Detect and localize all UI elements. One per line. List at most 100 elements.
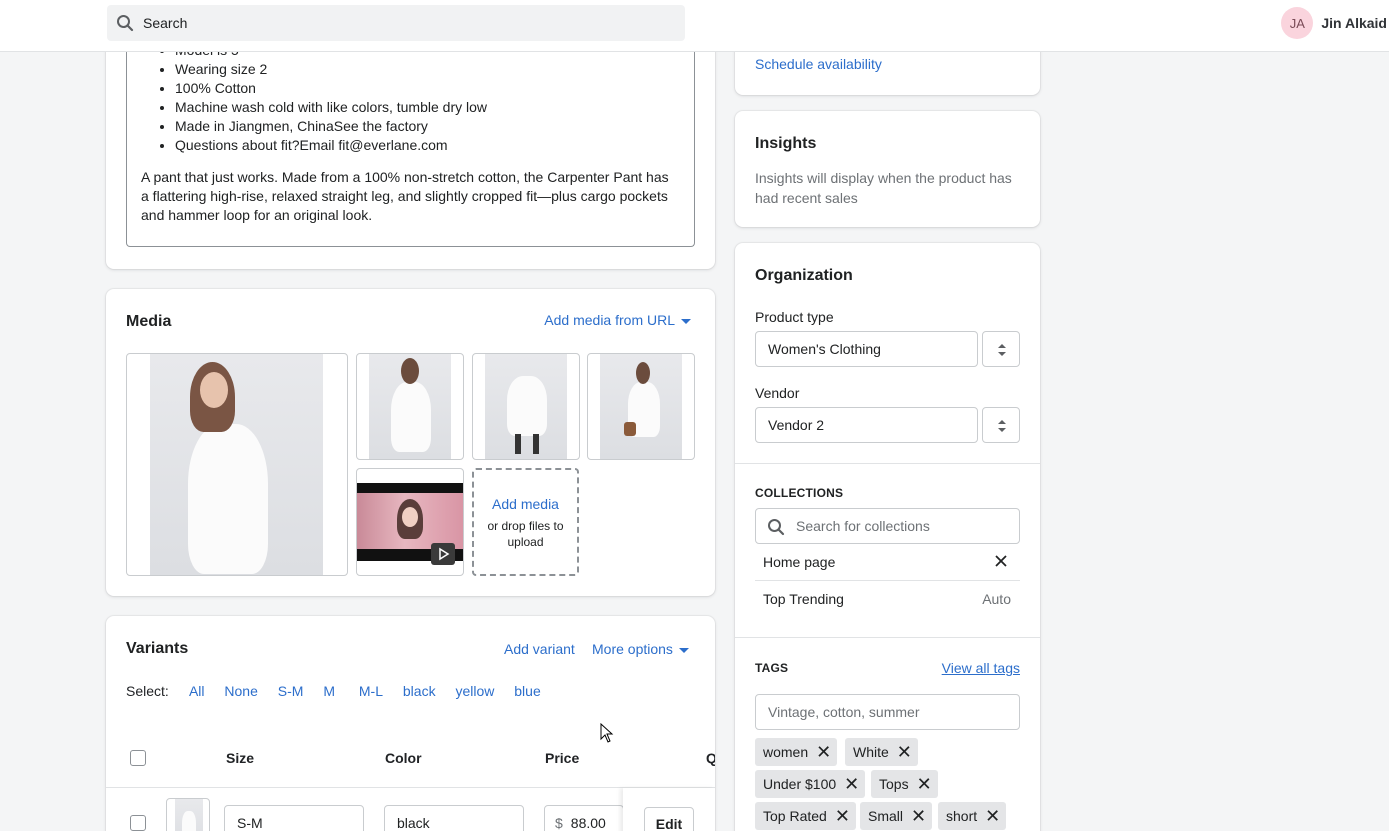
collections-search-input[interactable]: Search for collections (755, 508, 1020, 544)
close-icon[interactable]: ✕ (911, 807, 926, 825)
add-media-from-url-button[interactable]: Add media from URL (544, 312, 691, 328)
column-size: Size (226, 750, 255, 766)
collection-meta: Auto (982, 591, 1011, 607)
edit-button[interactable]: Edit (644, 807, 694, 831)
column-quantity: Q (706, 750, 715, 766)
user-menu[interactable]: JA Jin Alkaid (1281, 7, 1389, 39)
add-variant-button[interactable]: Add variant (504, 641, 575, 657)
caret-down-icon (678, 647, 689, 653)
tags-heading: TAGS (755, 661, 789, 675)
product-type-select-button[interactable] (982, 331, 1020, 367)
section-divider (735, 637, 1040, 638)
user-name: Jin Alkaid (1321, 15, 1387, 31)
media-title: Media (126, 313, 172, 330)
product-type-input[interactable]: Women's Clothing (755, 331, 978, 367)
variant-select-row: Select: All None S-M M M-L black yellow … (126, 683, 557, 699)
close-icon[interactable]: ✕ (985, 807, 1000, 825)
tag-label: Top Rated (763, 808, 827, 824)
tag-label: White (853, 744, 889, 760)
product-photo (485, 354, 567, 459)
media-thumbnail[interactable] (472, 353, 580, 460)
select-s-m[interactable]: S-M (278, 683, 304, 699)
caret-down-icon (681, 318, 691, 324)
tag-chip: Top Rated ✕ (755, 802, 856, 830)
view-all-tags-link[interactable]: View all tags (942, 660, 1020, 676)
select-yellow[interactable]: yellow (455, 683, 494, 699)
select-arrows-icon (998, 420, 1006, 432)
column-price: Price (545, 750, 580, 766)
select-blue[interactable]: blue (514, 683, 540, 699)
close-icon[interactable]: ✕ (844, 775, 859, 793)
organization-title: Organization (755, 267, 853, 284)
row-checkbox[interactable] (130, 815, 146, 831)
search-placeholder: Search (143, 15, 188, 31)
variant-image[interactable] (166, 798, 210, 831)
description-editor[interactable]: Model is 5' Wearing size 2 100% Cotton M… (126, 40, 695, 247)
size-field[interactable]: S-M (224, 805, 364, 831)
more-options-label: More options (592, 641, 673, 657)
product-photo (600, 354, 682, 459)
currency-symbol: $ (555, 815, 563, 831)
media-thumbnail-featured[interactable] (126, 353, 348, 576)
collection-name: Home page (763, 554, 836, 570)
media-card: Media Add media from URL Add media or dr… (106, 289, 715, 596)
description-card: Model is 5' Wearing size 2 100% Cotton M… (106, 30, 715, 269)
select-none[interactable]: None (224, 683, 257, 699)
tag-label: Tops (879, 776, 909, 792)
top-bar: Search JA Jin Alkaid (0, 0, 1389, 52)
color-field[interactable]: black (384, 805, 524, 831)
add-media-from-url-label: Add media from URL (544, 312, 675, 328)
price-field[interactable]: $ 88.00 (544, 805, 624, 831)
add-media-dropzone[interactable]: Add media or drop files to upload (472, 468, 579, 576)
media-thumbnail-video[interactable] (356, 468, 464, 576)
vendor-select-button[interactable] (982, 407, 1020, 443)
tag-label: Under $100 (763, 776, 837, 792)
select-m[interactable]: M (323, 683, 335, 699)
select-black[interactable]: black (403, 683, 436, 699)
list-item: 100% Cotton (175, 79, 680, 98)
add-media-button[interactable]: Add media (474, 496, 577, 512)
select-all[interactable]: All (189, 683, 205, 699)
drop-hint: or drop files to upload (487, 519, 564, 549)
list-item: Machine wash cold with like colors, tumb… (175, 98, 680, 117)
tag-label: women (763, 744, 809, 760)
tag-chip: women ✕ (755, 738, 838, 766)
insights-text: Insights will display when the product h… (755, 170, 1012, 206)
search-icon (116, 14, 134, 35)
video-frame (357, 493, 463, 549)
select-all-checkbox[interactable] (130, 750, 146, 766)
vendor-input[interactable]: Vendor 2 (755, 407, 978, 443)
select-m-l[interactable]: M-L (359, 683, 383, 699)
tag-chip: Tops ✕ (871, 770, 938, 798)
insights-title: Insights (755, 135, 817, 152)
search-icon (767, 518, 785, 539)
close-icon[interactable]: ✕ (917, 775, 932, 793)
more-options-button[interactable]: More options (592, 641, 689, 657)
price-value: 88.00 (570, 815, 606, 831)
tag-chip: White ✕ (845, 738, 918, 766)
description-bullets: Model is 5' Wearing size 2 100% Cotton M… (175, 41, 680, 155)
insights-card: Insights Insights will display when the … (735, 111, 1040, 227)
close-icon[interactable]: ✕ (835, 807, 850, 825)
play-icon (431, 543, 455, 565)
tag-chip: Under $100 ✕ (755, 770, 866, 798)
collection-name: Top Trending (763, 591, 844, 607)
close-icon[interactable]: ✕ (816, 743, 831, 761)
list-item: Questions about fit?Email fit@everlane.c… (175, 136, 680, 155)
schedule-availability-link[interactable]: Schedule availability (755, 56, 882, 72)
media-thumbnail[interactable] (356, 353, 464, 460)
vendor-label: Vendor (755, 385, 800, 401)
product-type-label: Product type (755, 309, 834, 325)
search-input[interactable]: Search (107, 5, 685, 41)
description-paragraph: A pant that just works. Made from a 100%… (141, 169, 669, 223)
organization-card: Organization Product type Women's Clothi… (735, 243, 1040, 831)
close-icon[interactable]: ✕ (897, 743, 912, 761)
tags-placeholder: Vintage, cotton, summer (768, 704, 920, 720)
mouse-cursor-icon (600, 722, 614, 746)
tag-chip: Small ✕ (860, 802, 933, 830)
section-divider (735, 463, 1040, 464)
close-icon[interactable] (993, 553, 1009, 572)
tags-input[interactable]: Vintage, cotton, summer (755, 694, 1020, 730)
media-thumbnail[interactable] (587, 353, 695, 460)
select-label: Select: (126, 683, 169, 699)
